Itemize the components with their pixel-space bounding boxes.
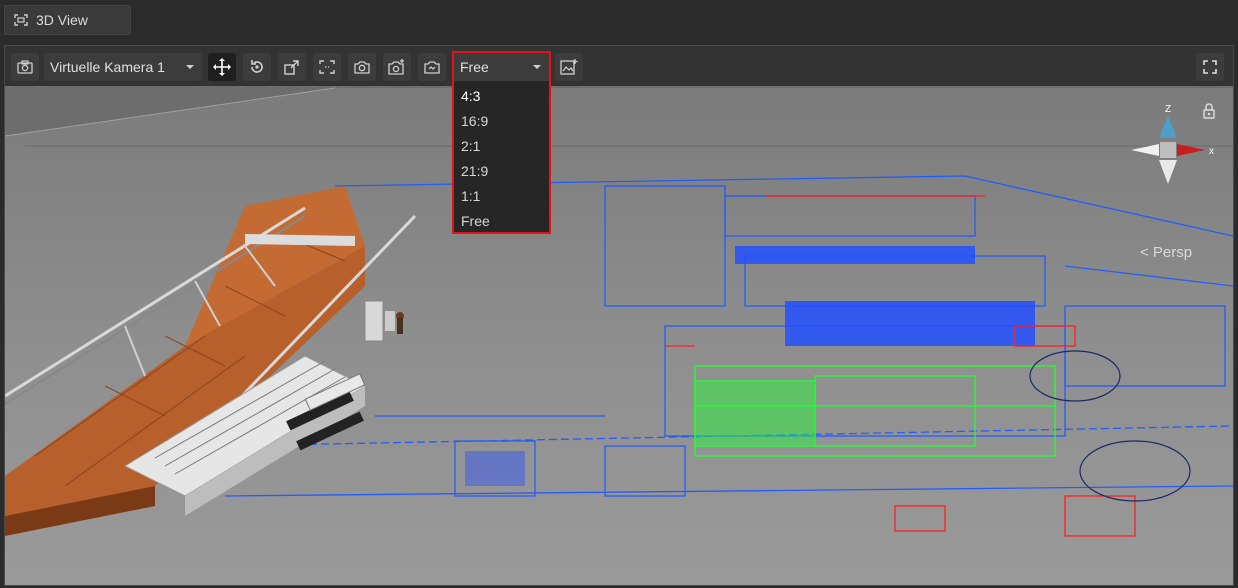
gizmo-axis-z-label: Z <box>1165 104 1171 115</box>
aspect-option-2-1[interactable]: 2:1 <box>454 134 549 159</box>
frame-selection-button[interactable] <box>313 53 341 81</box>
camera-icon <box>17 60 33 74</box>
orbit-button[interactable] <box>243 53 271 81</box>
viewport-toolbar: Virtuelle Kamera 1 Free <box>5 46 1233 86</box>
frame-selection-icon <box>319 60 335 74</box>
lock-button[interactable] <box>1203 103 1215 119</box>
fullscreen-button[interactable] <box>1196 53 1224 81</box>
chevron-down-icon <box>533 65 541 69</box>
viewport-frame: Virtuelle Kamera 1 Free Z x < Persp 4:3 … <box>4 45 1234 586</box>
lock-icon <box>1203 103 1215 119</box>
aspect-option-free[interactable]: Free <box>454 209 549 234</box>
aspect-ratio-select-value: Free <box>460 59 489 75</box>
fullscreen-icon <box>1203 60 1217 74</box>
aspect-ratio-select[interactable]: Free <box>452 51 551 83</box>
camera-settings-icon <box>424 61 440 74</box>
camera-select-value: Virtuelle Kamera 1 <box>50 59 165 75</box>
camera-button[interactable] <box>11 53 39 81</box>
aspect-ratio-dropdown: 4:3 16:9 2:1 21:9 1:1 Free <box>452 81 551 234</box>
add-image-icon <box>560 59 578 75</box>
add-image-button[interactable] <box>555 53 583 81</box>
move-icon <box>213 58 231 76</box>
3d-scene-canvas <box>5 86 1233 585</box>
orbit-icon <box>251 60 263 73</box>
camera-select[interactable]: Virtuelle Kamera 1 <box>44 53 202 81</box>
panel-tab-3d-view[interactable]: 3D View <box>4 5 131 35</box>
aspect-option-16-9[interactable]: 16:9 <box>454 109 549 134</box>
chevron-down-icon <box>186 65 194 69</box>
3d-viewport[interactable]: Z x < Persp <box>5 86 1233 585</box>
aspect-option-4-3[interactable]: 4:3 <box>454 84 549 109</box>
view-frame-icon <box>14 14 28 26</box>
screenshot-icon <box>354 61 370 74</box>
add-camera-icon <box>388 59 404 75</box>
projection-toggle[interactable]: < Persp <box>1140 244 1192 261</box>
move-button[interactable] <box>208 53 236 81</box>
export-view-button[interactable] <box>278 53 306 81</box>
screenshot-button[interactable] <box>348 53 376 81</box>
gizmo-axis-x-label: x <box>1209 146 1214 157</box>
export-view-icon <box>284 60 299 75</box>
panel-tab-title: 3D View <box>36 12 88 28</box>
aspect-option-1-1[interactable]: 1:1 <box>454 184 549 209</box>
add-camera-button[interactable] <box>383 53 411 81</box>
camera-settings-button[interactable] <box>418 53 446 81</box>
aspect-option-21-9[interactable]: 21:9 <box>454 159 549 184</box>
